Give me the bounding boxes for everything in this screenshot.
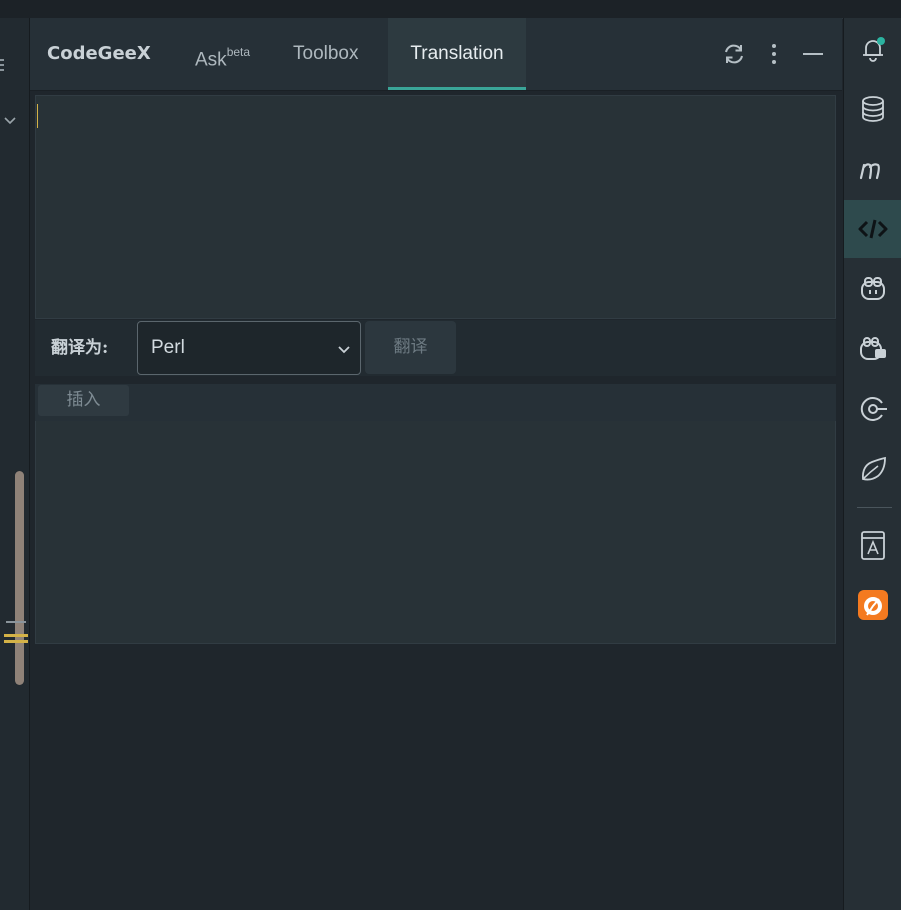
scrollbar-marker-warning — [4, 640, 28, 643]
translation-output-area[interactable] — [35, 421, 836, 644]
tab-codegeex-label: CodeGeeX — [47, 43, 151, 64]
source-code-editor[interactable] — [35, 95, 836, 319]
chevron-down-icon[interactable] — [3, 114, 17, 128]
copilot-icon[interactable] — [844, 260, 901, 318]
translate-button[interactable]: 翻译 — [365, 321, 456, 374]
tab-ask-label: Ask — [195, 49, 227, 71]
translate-book-icon[interactable] — [844, 516, 901, 574]
output-toolbar: 插入 — [35, 384, 836, 422]
text-caret — [37, 104, 38, 128]
tab-translation-label: Translation — [410, 43, 504, 64]
target-language-value: Perl — [151, 337, 185, 358]
scrollbar-marker — [6, 621, 26, 623]
translate-to-label: 翻译为: — [51, 338, 109, 358]
tab-toolbox[interactable]: Toolbox — [293, 18, 359, 90]
tab-codegeex[interactable]: CodeGeeX — [47, 18, 151, 90]
chevron-down-icon — [338, 346, 350, 354]
toolbar-separator — [857, 507, 892, 508]
window-top-strip — [0, 0, 901, 19]
tab-ask[interactable]: Askbeta — [195, 18, 250, 90]
tab-toolbox-label: Toolbox — [293, 43, 359, 64]
scrollbar-marker-warning — [4, 634, 28, 637]
menu-icon[interactable] — [0, 56, 6, 74]
tab-translation[interactable]: Translation — [388, 18, 526, 90]
codegeex-panel: CodeGeeX Askbeta Toolbox Translation 翻译为… — [30, 18, 842, 910]
m-icon[interactable] — [844, 140, 901, 198]
tab-ask-beta-badge: beta — [226, 45, 251, 59]
orange-plugin-icon[interactable] — [844, 576, 901, 634]
target-icon[interactable] — [844, 380, 901, 438]
minimize-icon[interactable] — [800, 40, 828, 68]
scrollbar-thumb[interactable] — [15, 471, 24, 685]
notification-bell-icon[interactable] — [844, 20, 901, 78]
left-gutter — [0, 18, 30, 910]
leaf-icon[interactable] — [844, 440, 901, 498]
more-vertical-icon[interactable] — [760, 40, 788, 68]
refresh-icon[interactable] — [720, 40, 748, 68]
tab-bar: CodeGeeX Askbeta Toolbox Translation — [30, 18, 842, 91]
database-icon[interactable] — [844, 80, 901, 138]
translation-controls: 翻译为: Perl 翻译 — [35, 320, 836, 376]
target-language-select[interactable]: Perl — [137, 321, 361, 375]
copilot-chat-icon[interactable] — [844, 320, 901, 378]
right-tool-strip — [843, 18, 901, 910]
insert-button[interactable]: 插入 — [38, 385, 129, 416]
codegeex-icon[interactable] — [844, 200, 901, 258]
